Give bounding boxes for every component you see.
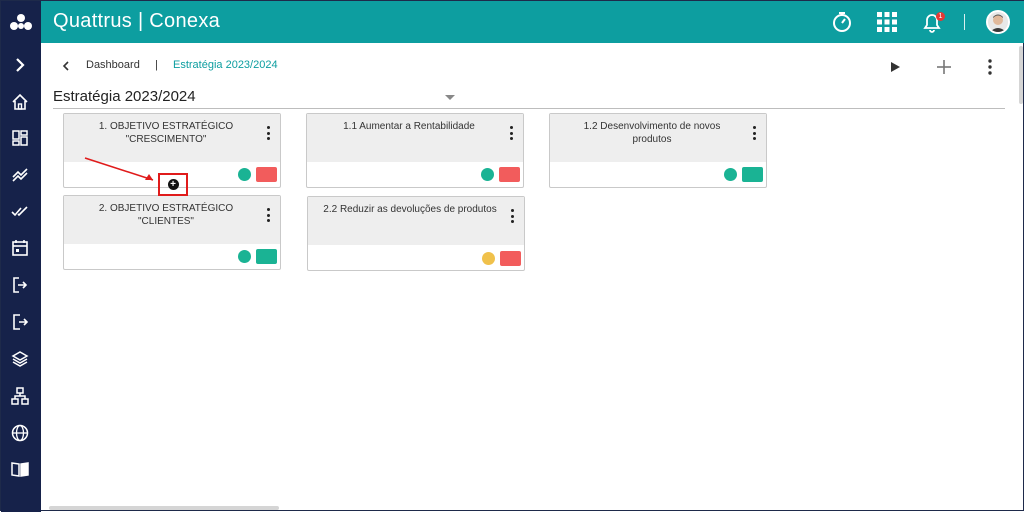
breadcrumb-dashboard[interactable]: Dashboard (86, 59, 140, 71)
status-dot (481, 168, 494, 181)
play-icon[interactable] (887, 59, 903, 75)
add-child-button[interactable]: + (158, 173, 188, 196)
card-title: 2.2 Reduzir as devoluções de produtos (323, 204, 497, 215)
calendar-icon[interactable] (9, 237, 31, 259)
status-indicator (742, 167, 763, 182)
card-title: 1.1 Aumentar a Rentabilidade (343, 121, 475, 132)
add-circle-icon: + (167, 179, 179, 190)
back-chevron-icon[interactable] (61, 59, 73, 73)
card-menu-icon[interactable] (752, 126, 756, 140)
card-menu-icon[interactable] (509, 126, 513, 140)
card-menu-icon[interactable] (266, 126, 270, 140)
status-dot (482, 252, 495, 265)
card-aumentar-rentabilidade[interactable]: 1.1 Aumentar a Rentabilidade (306, 113, 524, 188)
stopwatch-icon[interactable] (830, 10, 854, 34)
layers-icon[interactable] (9, 348, 31, 370)
breadcrumb-current: Estratégia 2023/2024 (173, 59, 278, 71)
top-bar: Quattrus | Conexa 1 (1, 1, 1024, 43)
login-icon[interactable] (9, 274, 31, 296)
expand-icon[interactable] (9, 54, 31, 76)
status-dot (724, 168, 737, 181)
title-divider (53, 108, 1005, 109)
add-icon[interactable] (936, 59, 952, 75)
trend-icon[interactable] (9, 163, 31, 185)
dropdown-caret-icon[interactable] (445, 95, 455, 100)
notification-badge: 1 (936, 12, 945, 21)
home-icon[interactable] (9, 91, 31, 113)
card-title: 1.2 Desenvolvimento de novos produtos (583, 121, 721, 145)
status-indicator (499, 167, 520, 182)
app-title: Quattrus | Conexa (53, 10, 221, 32)
card-novos-produtos[interactable]: 1.2 Desenvolvimento de novos produtos (549, 113, 767, 188)
card-menu-icon[interactable] (266, 208, 270, 222)
book-icon[interactable] (9, 458, 31, 480)
globe-icon[interactable] (9, 422, 31, 444)
card-reduzir-devolucoes[interactable]: 2.2 Reduzir as devoluções de produtos (307, 196, 525, 271)
page-title[interactable]: Estratégia 2023/2024 (53, 88, 196, 105)
card-menu-icon[interactable] (510, 209, 514, 223)
logo-icon (10, 14, 32, 30)
status-indicator (500, 251, 521, 266)
top-separator (964, 14, 965, 30)
status-indicator (256, 167, 277, 182)
card-title: 1. OBJETIVO ESTRATÉGICO "CRESCIMENTO" (98, 121, 234, 145)
card-objective-clientes[interactable]: 2. OBJETIVO ESTRATÉGICO "CLIENTES" (63, 195, 281, 270)
breadcrumb-separator: | (155, 59, 158, 71)
sidebar (1, 43, 41, 512)
more-vertical-icon[interactable] (982, 59, 998, 75)
check-icon[interactable] (9, 200, 31, 222)
status-dot (238, 250, 251, 263)
apps-grid-icon[interactable] (875, 10, 899, 34)
logout-icon[interactable] (9, 311, 31, 333)
annotation-arrow (84, 157, 154, 181)
status-indicator (256, 249, 277, 264)
sitemap-icon[interactable] (9, 385, 31, 407)
avatar[interactable] (986, 10, 1010, 34)
app-logo[interactable] (1, 1, 41, 43)
vertical-scrollbar[interactable] (1019, 46, 1023, 104)
card-title: 2. OBJETIVO ESTRATÉGICO "CLIENTES" (98, 203, 234, 227)
horizontal-scrollbar[interactable] (49, 506, 279, 510)
status-dot (238, 168, 251, 181)
app-window: Quattrus | Conexa 1 Dashboard | Estratég… (0, 0, 1024, 512)
dashboard-icon[interactable] (9, 127, 31, 149)
